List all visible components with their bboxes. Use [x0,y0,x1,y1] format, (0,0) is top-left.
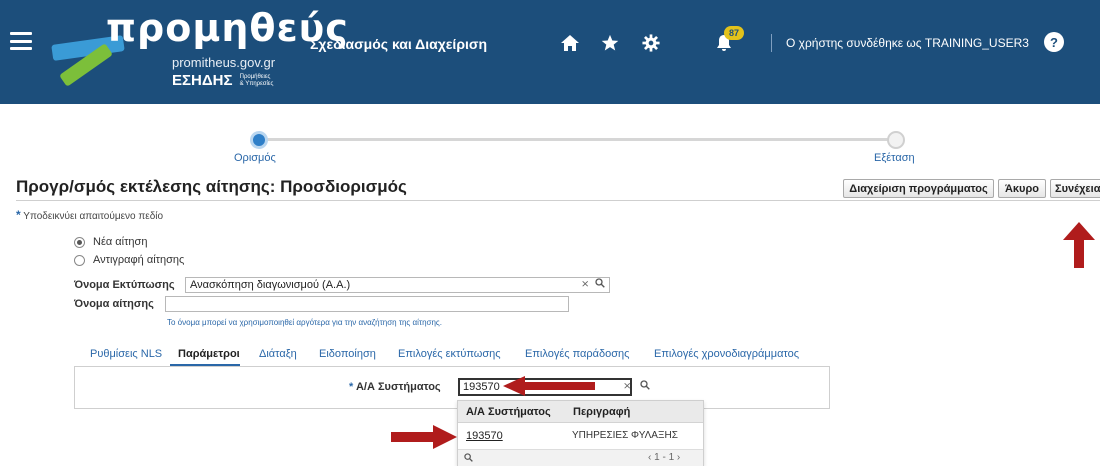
tab-schedule-options[interactable]: Επιλογές χρονοδιαγράμματος [654,348,799,360]
lov-header: Α/Α Συστήματος Περιγραφή [458,401,703,423]
lov-pagination: ‹ 1 - 1 › [648,452,680,463]
print-name-label: Όνομα Εκτύπωσης [74,279,175,291]
system-id-required-star: * [349,381,354,393]
tab-notification[interactable]: Ειδοποίηση [319,348,376,360]
logo-esidis-text: ΕΣΗΔΗΣ [172,72,233,89]
title-divider [16,200,1100,201]
logo-esidis-subtitle: Προμήθειες & Υπηρεσίες [240,74,274,88]
request-name-hint: Το όνομα μπορεί να χρησιμοποιηθεί αργότε… [167,318,442,327]
lov-footer: ‹ 1 - 1 › [458,449,703,466]
lov-row-description: ΥΠΗΡΕΣΙΕΣ ΦΥΛΑΞΗΣ [572,430,678,441]
menu-icon[interactable] [10,32,32,50]
prev-page-icon[interactable]: ‹ [648,452,651,463]
header-divider [771,34,772,52]
gear-icon[interactable] [638,30,664,56]
required-star: * [16,208,21,222]
parameters-panel [74,367,830,409]
star-icon[interactable] [597,30,623,56]
system-id-lov-popup: Α/Α Συστήματος Περιγραφή 193570 ΥΠΗΡΕΣΙΕ… [457,400,704,466]
radio-copy-request-control[interactable] [74,254,85,266]
annotation-arrow-up [1063,222,1095,268]
print-name-input[interactable]: Ανασκόπηση διαγωνισμού (Α.Α.) [185,277,610,293]
tab-layout[interactable]: Διάταξη [259,348,297,360]
tab-print-options[interactable]: Επιλογές εκτύπωσης [398,348,501,360]
print-name-value: Ανασκόπηση διαγωνισμού (Α.Α.) [190,279,351,291]
app-header: προμηθεύς promitheus.gov.gr ΕΣΗΔΗΣ Προμή… [0,0,1100,104]
logo-subtitle-line2: & Υπηρεσίες [239,81,274,88]
lov-col-system-id: Α/Α Συστήματος [466,406,551,418]
app-title: Σχεδιασμός και Διαχείριση [310,36,487,52]
train-step-review-label[interactable]: Εξέταση [874,152,915,164]
lov-col-description: Περιγραφή [573,406,631,418]
cancel-button[interactable]: Άκυρο [998,179,1046,198]
train-step-review-dot[interactable] [887,131,905,149]
radio-new-request-label: Νέα αίτηση [93,236,148,248]
request-name-label: Όνομα αίτησης [74,298,154,310]
required-note-text: Υποδεικνύει απαιτούμενο πεδίο [23,211,164,222]
bell-icon[interactable]: 87 [711,26,744,56]
clear-field-icon[interactable]: ⨯ [581,279,589,290]
train-step-define-dot [250,131,268,149]
system-id-label-text: Α/Α Συστήματος [355,381,441,393]
help-icon[interactable]: ? [1044,32,1064,52]
radio-new-request[interactable]: Νέα αίτηση [74,236,147,248]
home-icon[interactable] [557,30,583,56]
tab-parameters[interactable]: Παράμετροι [178,348,240,360]
logo-url: promitheus.gov.gr [172,55,276,70]
logged-in-user: Ο χρήστης συνδέθηκε ως TRAINING_USER3 [786,36,1029,50]
radio-new-request-control[interactable] [74,236,85,248]
lov-page-range: 1 - 1 [654,452,675,463]
tab-nls-settings[interactable]: Ρυθμίσεις NLS [90,348,162,360]
promitheus-logo[interactable]: προμηθεύς promitheus.gov.gr ΕΣΗΔΗΣ Προμή… [44,0,348,104]
clear-field-icon[interactable]: ⨯ [623,381,631,392]
system-id-label: * Α/Α Συστήματος [349,381,441,393]
logo-subtitle-line1: Προμήθειες [239,74,271,81]
page-title: Προγρ/σμός εκτέλεσης αίτησης: Προσδιορισ… [16,177,407,196]
page-root: προμηθεύς promitheus.gov.gr ΕΣΗΔΗΣ Προμή… [0,0,1100,466]
lov-row-id[interactable]: 193570 [466,430,503,442]
train-line [262,138,898,141]
radio-copy-request[interactable]: Αντιγραφή αίτησης [74,254,184,266]
next-page-icon[interactable]: › [677,452,680,463]
search-icon[interactable] [464,453,473,465]
tab-delivery-options[interactable]: Επιλογές παράδοσης [525,348,629,360]
lov-row[interactable]: 193570 ΥΠΗΡΕΣΙΕΣ ΦΥΛΑΞΗΣ [458,425,703,447]
train-step-define-label: Ορισμός [234,152,276,164]
search-icon[interactable] [640,380,650,393]
required-field-note: * Υποδεικνύει απαιτούμενο πεδίο [16,208,163,222]
search-icon[interactable] [595,278,605,291]
annotation-arrow-left-input [503,376,595,396]
notification-badge: 87 [724,26,744,40]
logo-esidis: ΕΣΗΔΗΣ Προμήθειες & Υπηρεσίες [172,72,273,89]
annotation-arrow-right-row [391,425,457,449]
system-id-value: 193570 [463,381,500,393]
continue-button[interactable]: Συνέχεια [1050,179,1100,198]
radio-copy-request-label: Αντιγραφή αίτησης [93,254,185,266]
request-name-input[interactable] [165,296,569,312]
manage-schedule-button[interactable]: Διαχείριση προγράμματος [843,179,994,198]
